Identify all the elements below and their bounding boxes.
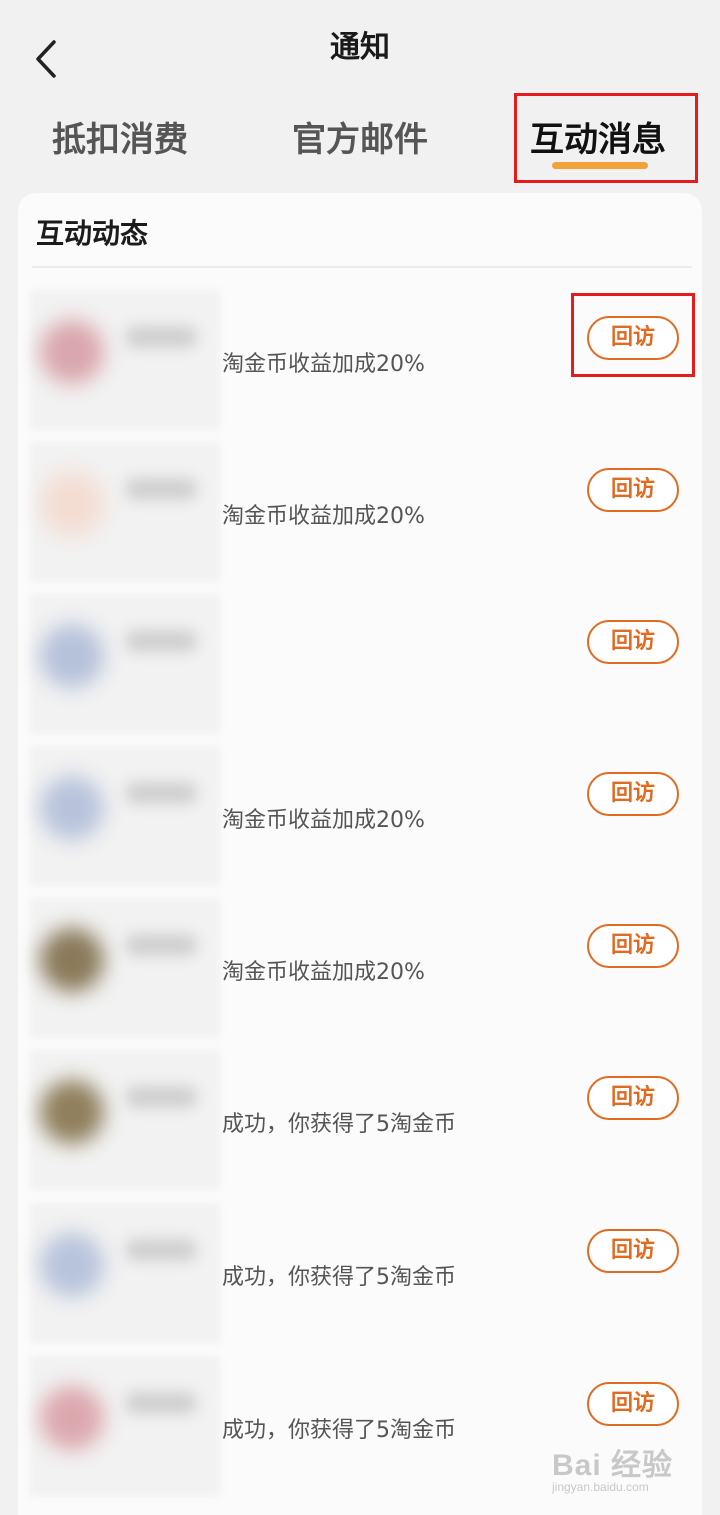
message-text: 淘金币收益加成20%	[222, 808, 425, 833]
tab-deduction[interactable]: 抵扣消费	[52, 112, 188, 161]
message-text: 淘金币收益加成20%	[222, 352, 425, 377]
message-text: 成功，你获得了5淘金币	[222, 1112, 456, 1137]
avatar[interactable]	[40, 1233, 104, 1297]
message-text: 淘金币收益加成20%	[222, 504, 425, 529]
avatar[interactable]	[40, 1386, 104, 1450]
avatar[interactable]	[40, 472, 104, 536]
watermark-url: jingyan.baidu.com	[552, 1480, 649, 1494]
section-title: 互动动态	[36, 217, 149, 250]
revisit-button[interactable]: 回访	[587, 620, 679, 664]
divider	[32, 266, 692, 268]
avatar[interactable]	[40, 1080, 104, 1144]
message-text: 成功，你获得了5淘金币	[222, 1418, 456, 1443]
avatar[interactable]	[40, 624, 104, 688]
blurred-username	[126, 478, 196, 500]
revisit-button[interactable]: 回访	[587, 1076, 679, 1120]
revisit-button[interactable]: 回访	[587, 1382, 679, 1426]
blurred-username	[126, 1392, 196, 1414]
list-item[interactable]: 淘金币收益加成20% 回访	[30, 442, 690, 594]
highlight-box-revisit	[571, 293, 695, 377]
list-item[interactable]: 成功，你获得了5淘金币 回访	[30, 1050, 690, 1202]
revisit-button[interactable]: 回访	[587, 924, 679, 968]
revisit-button[interactable]: 回访	[587, 468, 679, 512]
revisit-button[interactable]: 回访	[587, 772, 679, 816]
list-item[interactable]: 淘金币收益加成20% 回访	[30, 898, 690, 1050]
blurred-username	[126, 782, 196, 804]
message-text: 淘金币收益加成20%	[222, 960, 425, 985]
list-item[interactable]: 淘金币收益加成20% 回访	[30, 746, 690, 898]
tab-official-mail[interactable]: 官方邮件	[292, 112, 428, 161]
list-item[interactable]: 成功，你获得了5淘金币 回访	[30, 1203, 690, 1355]
avatar[interactable]	[40, 928, 104, 992]
watermark: Bai 经验 jingyan.baidu.com	[552, 1430, 692, 1500]
blurred-username	[126, 934, 196, 956]
list-item[interactable]: 回访	[30, 594, 690, 746]
revisit-button[interactable]: 回访	[587, 1229, 679, 1273]
watermark-logo: Bai 经验	[552, 1449, 674, 1482]
message-text: 成功，你获得了5淘金币	[222, 1265, 456, 1290]
highlight-box-tab	[514, 93, 698, 183]
blurred-username	[126, 630, 196, 652]
blurred-username	[126, 1239, 196, 1261]
avatar[interactable]	[40, 776, 104, 840]
blurred-username	[126, 1086, 196, 1108]
avatar[interactable]	[40, 320, 104, 384]
blurred-username	[126, 326, 196, 348]
page-title: 通知	[330, 30, 390, 65]
header: 通知	[0, 0, 720, 90]
